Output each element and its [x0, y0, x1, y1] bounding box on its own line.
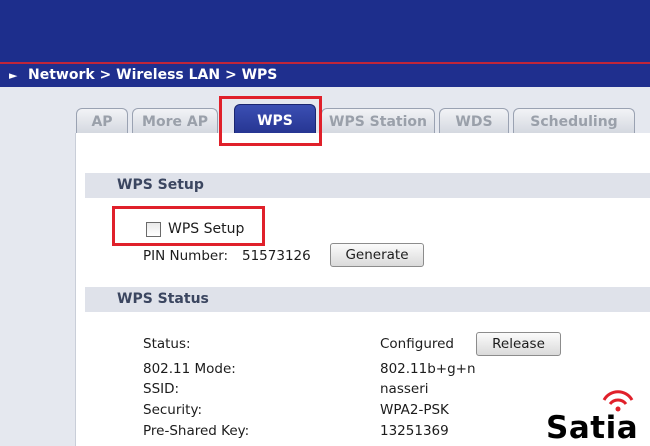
breadcrumb-text: Network > Wireless LAN > WPS: [28, 67, 278, 83]
wifi-signal-icon: [602, 390, 634, 412]
logo-text: Satia: [546, 410, 639, 446]
tab-bar: AP More AP WPS WPS Station WDS Schedulin…: [75, 104, 650, 136]
tab-wps-station[interactable]: WPS Station: [321, 108, 435, 134]
ssid-value: nasseri: [380, 381, 429, 397]
satia-logo: Satia: [546, 388, 650, 446]
wps-setup-section-header: WPS Setup: [85, 173, 650, 198]
generate-button[interactable]: Generate: [330, 243, 424, 267]
breadcrumb-arrow-icon: ►: [9, 69, 18, 82]
mode-value: 802.11b+g+n: [380, 361, 476, 377]
mode-label: 802.11 Mode:: [143, 361, 236, 377]
security-value: WPA2-PSK: [380, 402, 449, 418]
tab-scheduling[interactable]: Scheduling: [513, 108, 635, 134]
security-label: Security:: [143, 402, 203, 418]
wps-tab-highlight-box: [219, 96, 322, 146]
tab-wds[interactable]: WDS: [439, 108, 509, 134]
wps-status-section-header: WPS Status: [85, 287, 650, 312]
release-button[interactable]: Release: [476, 332, 561, 356]
tab-ap[interactable]: AP: [76, 108, 128, 134]
status-value: Configured: [380, 336, 454, 352]
wps-setup-highlight-box: [112, 206, 265, 246]
status-label: Status:: [143, 336, 191, 352]
top-header-band: [0, 0, 650, 62]
tab-more-ap[interactable]: More AP: [132, 108, 218, 134]
pin-number-label: PIN Number:: [143, 248, 229, 264]
pre-shared-key-value: 13251369: [380, 423, 449, 439]
pin-number-value: 51573126: [242, 248, 311, 264]
ssid-label: SSID:: [143, 381, 180, 397]
wps-setup-section-title: WPS Setup: [117, 177, 204, 193]
breadcrumb: ► Network > Wireless LAN > WPS: [0, 64, 650, 87]
pre-shared-key-label: Pre-Shared Key:: [143, 423, 250, 439]
wps-status-section-title: WPS Status: [117, 291, 209, 307]
